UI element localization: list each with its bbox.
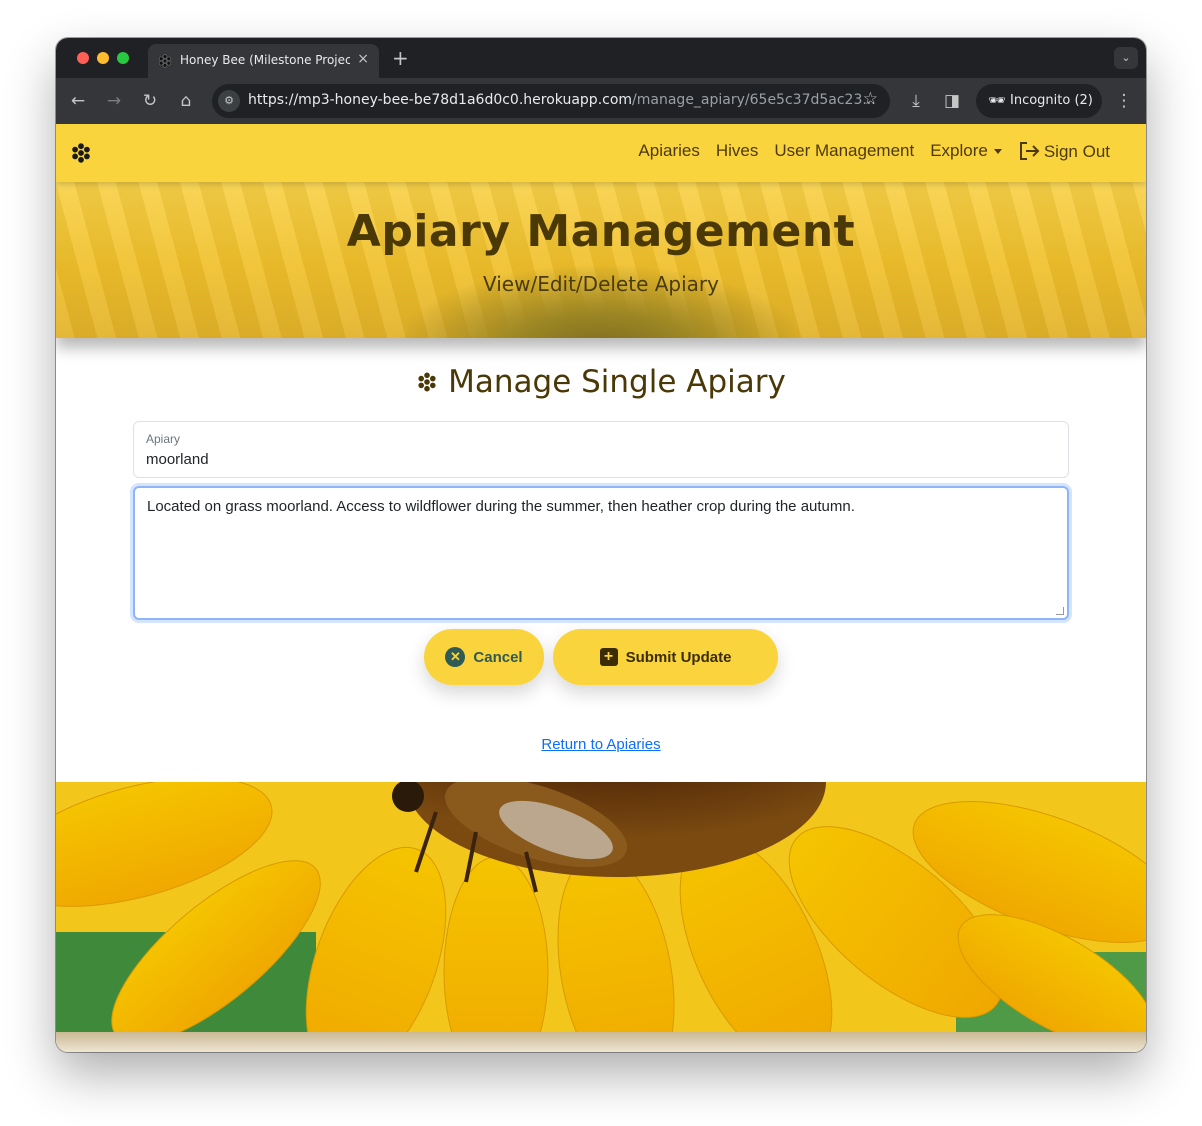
return-to-apiaries-link[interactable]: Return to Apiaries <box>541 736 660 753</box>
honeycomb-logo-icon[interactable] <box>70 142 92 164</box>
side-panel-icon[interactable]: ◨ <box>941 90 963 112</box>
nav-links: Apiaries Hives User Management Explore S… <box>638 141 1110 162</box>
footer-bottom-band <box>56 1032 1146 1052</box>
nav-explore-label: Explore <box>930 141 988 160</box>
address-bar[interactable]: ⚙ https://mp3-honey-bee-be78d1a6d0c0.her… <box>212 84 890 118</box>
caret-down-icon <box>993 149 1002 155</box>
page-title: Apiary Management <box>346 206 856 257</box>
tab-strip: Honey Bee (Milestone Project × + ⌄ <box>56 38 1146 78</box>
sunflower-bee-illustration <box>56 782 1146 1032</box>
tab-search-chevron-down-icon[interactable]: ⌄ <box>1114 47 1138 69</box>
apiary-name-field[interactable]: Apiary moorland <box>133 421 1069 478</box>
return-link-row: Return to Apiaries <box>56 736 1146 753</box>
nav-dropdown-explore[interactable]: Explore <box>930 141 1002 162</box>
incognito-icon: 🕶 <box>988 93 1006 109</box>
url-host: https://mp3-honey-bee-be78d1a6d0c0.herok… <box>248 92 633 108</box>
download-icon[interactable]: ⤓ <box>905 90 927 112</box>
browser-toolbar: ← → ↻ ⌂ ⚙ https://mp3-honey-bee-be78d1a6… <box>56 78 1146 124</box>
reload-icon[interactable]: ↻ <box>139 90 161 112</box>
back-arrow-icon[interactable]: ← <box>67 90 89 112</box>
tab-title: Honey Bee (Milestone Project <box>180 53 350 67</box>
description-text: Located on grass moorland. Access to wil… <box>147 498 855 515</box>
nav-link-user-management[interactable]: User Management <box>774 141 914 162</box>
section-heading: Manage Single Apiary <box>56 364 1146 400</box>
bookmark-star-icon[interactable]: ☆ <box>863 89 878 109</box>
honeycomb-icon <box>417 371 437 393</box>
apiary-field-value[interactable]: moorland <box>146 451 209 468</box>
submit-update-button[interactable]: + Submit Update <box>553 629 778 685</box>
maximize-window-button[interactable] <box>117 52 129 64</box>
submit-label: Submit Update <box>625 648 732 666</box>
apiary-field-label: Apiary <box>146 432 181 446</box>
apiary-description-textarea[interactable]: Located on grass moorland. Access to wil… <box>133 486 1069 620</box>
sunflower-bee-footer-image <box>56 782 1146 1032</box>
close-window-button[interactable] <box>77 52 89 64</box>
page-viewport: Apiaries Hives User Management Explore S… <box>56 124 1146 1052</box>
nav-link-sign-out[interactable]: Sign Out <box>1018 141 1110 162</box>
cancel-label: Cancel <box>473 648 523 666</box>
nav-link-apiaries[interactable]: Apiaries <box>638 141 699 162</box>
url-text[interactable]: https://mp3-honey-bee-be78d1a6d0c0.herok… <box>248 92 876 108</box>
home-icon[interactable]: ⌂ <box>175 90 197 112</box>
sign-out-label: Sign Out <box>1043 142 1110 161</box>
browser-tab-active[interactable]: Honey Bee (Milestone Project × <box>148 44 379 78</box>
nav-link-hives[interactable]: Hives <box>716 141 759 162</box>
browser-window: Honey Bee (Milestone Project × + ⌄ ← → ↻… <box>56 38 1146 1052</box>
plus-square-icon: + <box>599 648 618 666</box>
hero-banner: Apiary Management View/Edit/Delete Apiar… <box>56 182 1146 338</box>
window-controls <box>77 52 129 64</box>
minimize-window-button[interactable] <box>97 52 109 64</box>
site-settings-icon[interactable]: ⚙ <box>218 90 240 112</box>
incognito-label: Incognito (2) <box>1010 93 1093 108</box>
section-heading-text: Manage Single Apiary <box>448 364 786 400</box>
browser-menu-icon[interactable]: ⋮ <box>1113 90 1135 112</box>
tab-close-icon[interactable]: × <box>357 51 369 67</box>
forward-arrow-icon[interactable]: → <box>103 90 125 112</box>
cancel-button[interactable]: ✕ Cancel <box>424 629 544 685</box>
site-navbar: Apiaries Hives User Management Explore S… <box>56 124 1146 182</box>
resize-handle[interactable] <box>1056 607 1064 615</box>
new-tab-button[interactable]: + <box>392 46 409 70</box>
honeycomb-favicon-icon <box>158 54 172 68</box>
incognito-badge[interactable]: 🕶 Incognito (2) <box>976 84 1102 118</box>
cancel-x-icon: ✕ <box>445 647 466 667</box>
url-path: /manage_apiary/65e5c37d5ac23... <box>632 92 876 108</box>
page-subtitle: View/Edit/Delete Apiary <box>483 272 719 296</box>
sign-out-icon <box>1019 142 1040 160</box>
